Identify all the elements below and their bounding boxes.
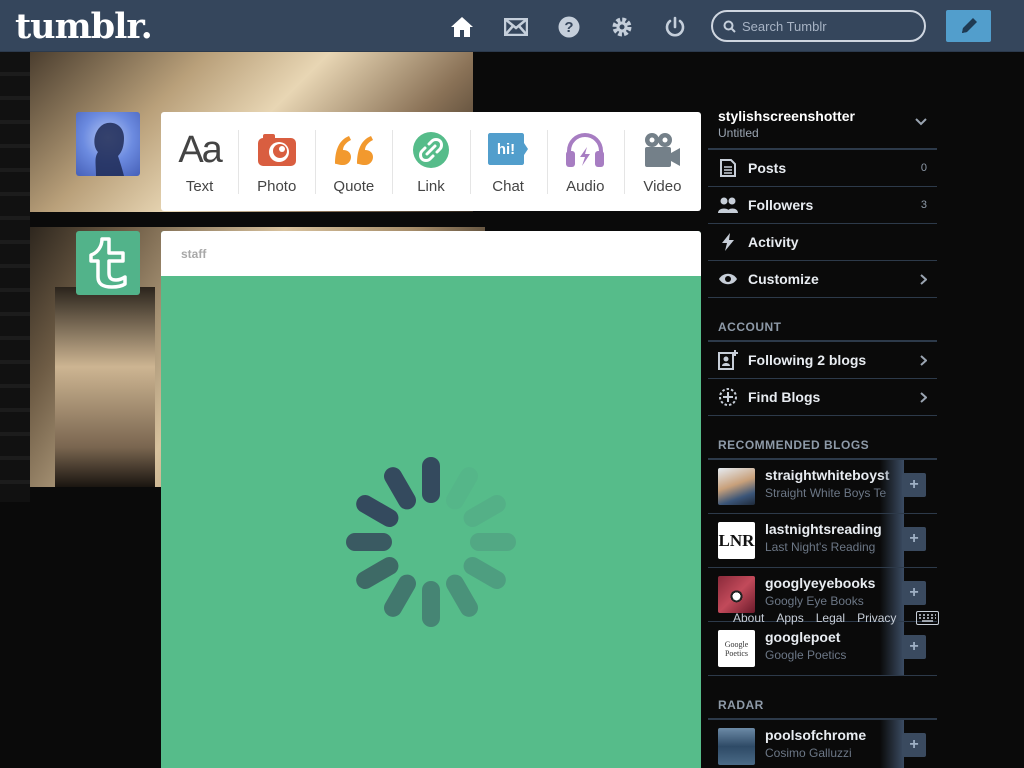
find-blogs-icon	[718, 387, 738, 407]
mail-icon[interactable]	[503, 14, 529, 40]
sidebar-item-customize[interactable]: Customize	[708, 261, 937, 298]
help-icon[interactable]: ?	[556, 14, 582, 40]
post-type-link[interactable]: Link	[392, 112, 469, 211]
follow-button[interactable]: +	[902, 527, 926, 551]
footer-link-about[interactable]: About	[733, 611, 764, 625]
footer-link-privacy[interactable]: Privacy	[857, 611, 896, 625]
sidebar-item-activity[interactable]: Activity	[708, 224, 937, 261]
spinner-petal	[346, 533, 392, 551]
post-author[interactable]: staff	[161, 231, 701, 276]
radar-heading: RADAR	[708, 676, 937, 720]
spinner-petal	[460, 491, 510, 531]
recommended-blog[interactable]: Google Poetics googlepoet Google Poetics +	[708, 622, 937, 676]
footer-links: About Apps Legal Privacy	[733, 611, 896, 625]
compose-post-button[interactable]	[946, 10, 991, 42]
tumblr-logo[interactable]: tumblr.	[15, 6, 153, 47]
chevron-down-icon	[915, 118, 927, 126]
recommended-blog[interactable]: straightwhiteboyst Straight White Boys Te…	[708, 460, 937, 514]
blog-title: Untitled	[718, 126, 759, 140]
right-sidebar: stylishscreenshotter Untitled Posts 0 Fo…	[708, 100, 937, 768]
pencil-icon	[961, 18, 977, 33]
text-icon: Aa	[178, 128, 223, 171]
search-box[interactable]	[711, 10, 926, 42]
headphones-icon	[565, 130, 605, 170]
chevron-right-icon	[920, 355, 927, 366]
link-icon	[412, 130, 449, 170]
follow-button[interactable]: +	[902, 581, 926, 605]
post-type-quote[interactable]: Quote	[315, 112, 392, 211]
post-type-text[interactable]: Aa Text	[161, 112, 238, 211]
post-type-chat[interactable]: hi! Chat	[469, 112, 547, 211]
post-type-video[interactable]: Video	[623, 112, 701, 211]
home-icon[interactable]	[449, 14, 475, 40]
top-navigation-bar: tumblr. ?	[0, 0, 1024, 52]
spinner-petal	[380, 571, 420, 621]
spinner-petal	[470, 533, 516, 551]
blog-thumbnail: LNR	[718, 522, 755, 559]
blog-thumbnail	[718, 728, 755, 765]
staff-post: staff	[161, 231, 701, 768]
blog-switcher[interactable]: stylishscreenshotter Untitled	[708, 100, 937, 150]
footer-link-apps[interactable]: Apps	[776, 611, 803, 625]
post-type-photo[interactable]: Photo	[238, 112, 315, 211]
keyboard-shortcuts-icon[interactable]	[916, 611, 939, 630]
spinner-petal	[422, 457, 440, 503]
user-avatar[interactable]	[76, 112, 140, 176]
blog-thumbnail: Google Poetics	[718, 630, 755, 667]
search-input[interactable]	[742, 18, 912, 34]
footer-link-legal[interactable]: Legal	[816, 611, 845, 625]
following-icon	[718, 350, 738, 370]
recommended-heading: RECOMMENDED BLOGS	[708, 416, 937, 460]
follow-button[interactable]: +	[902, 635, 926, 659]
blog-name: stylishscreenshotter	[718, 108, 855, 124]
sidebar-item-followers[interactable]: Followers 3	[708, 187, 937, 224]
svg-text:?: ?	[564, 19, 573, 36]
posts-icon	[718, 158, 738, 178]
followers-icon	[718, 195, 738, 215]
eye-icon	[718, 269, 738, 289]
power-icon[interactable]	[662, 14, 688, 40]
sidebar-item-posts[interactable]: Posts 0	[708, 150, 937, 187]
svg-text:hi!: hi!	[497, 141, 515, 158]
search-icon	[723, 20, 736, 33]
tumblr-t-icon	[89, 237, 127, 289]
follow-button[interactable]: +	[902, 733, 926, 757]
post-type-audio[interactable]: Audio	[546, 112, 624, 211]
camera-icon	[257, 130, 296, 170]
chat-icon: hi!	[488, 130, 529, 170]
quote-icon	[333, 130, 375, 170]
chevron-right-icon	[920, 392, 927, 403]
sidebar-item-find-blogs[interactable]: Find Blogs	[708, 379, 937, 416]
chevron-right-icon	[920, 274, 927, 285]
recommended-blog[interactable]: LNR lastnightsreading Last Night's Readin…	[708, 514, 937, 568]
gear-icon[interactable]	[609, 14, 635, 40]
follow-button[interactable]: +	[902, 473, 926, 497]
video-camera-icon	[643, 130, 681, 170]
blog-thumbnail	[718, 576, 755, 613]
sidebar-item-following[interactable]: Following 2 blogs	[708, 342, 937, 379]
account-heading: ACCOUNT	[708, 298, 937, 342]
spinner-petal	[422, 581, 440, 627]
post-type-selector: Aa Text Photo Quote Link hi! Chat Audio	[161, 112, 701, 211]
radar-blog[interactable]: poolsofchrome Cosimo Galluzzi +	[708, 720, 937, 768]
blog-thumbnail	[718, 468, 755, 505]
staff-avatar[interactable]	[76, 231, 140, 295]
activity-icon	[718, 232, 738, 252]
